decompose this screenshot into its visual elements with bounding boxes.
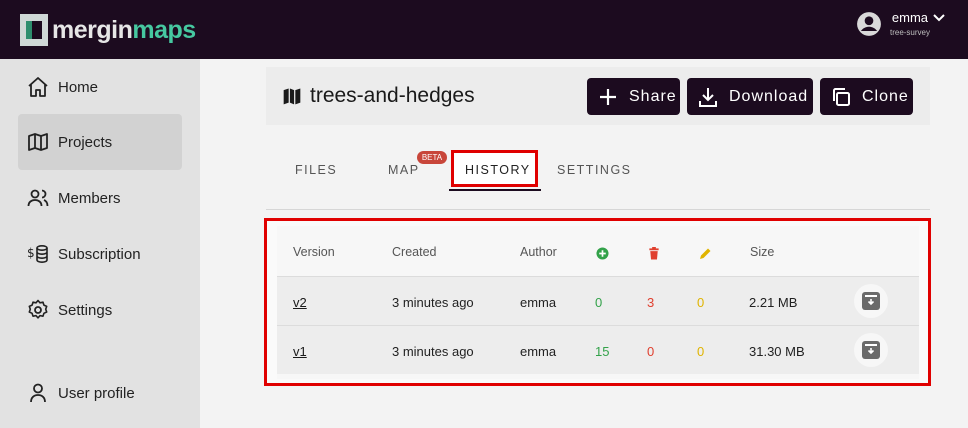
gear-icon [28,299,48,319]
members-icon [27,189,49,207]
updated-count: 0 [697,295,705,310]
workspace-name: tree-survey [889,28,930,37]
copy-icon [833,87,850,106]
sidebar-item-settings[interactable]: Settings [18,282,182,338]
account-circle-icon [857,11,881,36]
logo-mark-icon [20,14,48,46]
sidebar-item-label: Home [58,78,99,96]
column-header-version[interactable]: Version [293,245,335,259]
mergin-maps-logo[interactable]: merginmaps [20,14,196,46]
size-cell: 2.21 MB [749,295,798,310]
download-version-button[interactable] [854,284,888,318]
plus-circle-icon [596,247,609,260]
map-icon [283,88,301,105]
logo-text: merginmaps [52,15,196,44]
created-cell: 3 minutes ago [392,295,474,310]
size-cell: 31.30 MB [749,344,805,359]
download-button[interactable]: Download [687,78,813,115]
sidebar-item-projects[interactable]: Projects [18,114,182,170]
tab-history[interactable]: HISTORY [465,163,531,177]
download-icon [699,87,717,107]
sidebar-item-home[interactable]: Home [18,59,182,115]
sidebar: Home Projects Members $ Subscription Set… [0,59,200,428]
sidebar-item-label: Members [58,189,121,207]
clone-button[interactable]: Clone [820,78,913,115]
sidebar-item-user-profile[interactable]: User profile [18,365,182,421]
user-name: emma [891,10,929,25]
plus-icon [600,88,616,105]
sidebar-item-members[interactable]: Members [18,170,182,226]
version-link[interactable]: v2 [293,295,307,310]
tab-files[interactable]: FILES [295,163,337,177]
updated-count: 0 [697,344,705,359]
added-count: 15 [595,344,610,359]
top-bar: merginmaps emma tree-survey [0,0,968,59]
archive-download-icon [865,295,877,306]
column-header-author[interactable]: Author [520,245,557,259]
project-name: trees-and-hedges [310,84,475,107]
created-cell: 3 minutes ago [392,344,474,359]
tab-map[interactable]: MAP [388,163,420,177]
pencil-icon [700,248,711,259]
removed-count: 0 [647,344,655,359]
tabs-divider [266,209,930,210]
sidebar-item-label: Subscription [58,245,141,263]
download-version-button[interactable] [854,333,888,367]
archive-download-icon [865,344,877,355]
svg-text:$: $ [27,246,35,260]
added-count: 0 [595,295,603,310]
sidebar-item-subscription[interactable]: $ Subscription [18,226,182,282]
sidebar-item-label: Projects [58,133,113,151]
column-header-size[interactable]: Size [750,245,774,259]
coins-icon: $ [27,244,48,264]
sidebar-item-label: User profile [58,384,135,402]
map-icon [28,133,48,151]
table-row[interactable]: v2 3 minutes ago emma 0 3 0 2.21 MB [277,276,919,325]
beta-badge: BETA [417,151,447,164]
chevron-down-icon [933,13,945,21]
removed-count: 3 [647,295,655,310]
tab-settings[interactable]: SETTINGS [557,163,632,177]
project-title: trees-and-hedges [282,84,475,108]
version-link[interactable]: v1 [293,344,307,359]
table-row[interactable]: v1 3 minutes ago emma 15 0 0 31.30 MB [277,325,919,374]
share-button[interactable]: Share [587,78,680,115]
trash-icon [649,247,659,260]
author-cell: emma [520,295,557,310]
sidebar-item-label: Settings [58,301,113,319]
active-tab-indicator [449,189,541,191]
user-menu[interactable]: emma tree-survey [856,10,946,37]
author-cell: emma [520,344,557,359]
home-icon [28,77,48,97]
user-icon [30,383,46,403]
column-header-created[interactable]: Created [392,245,436,259]
